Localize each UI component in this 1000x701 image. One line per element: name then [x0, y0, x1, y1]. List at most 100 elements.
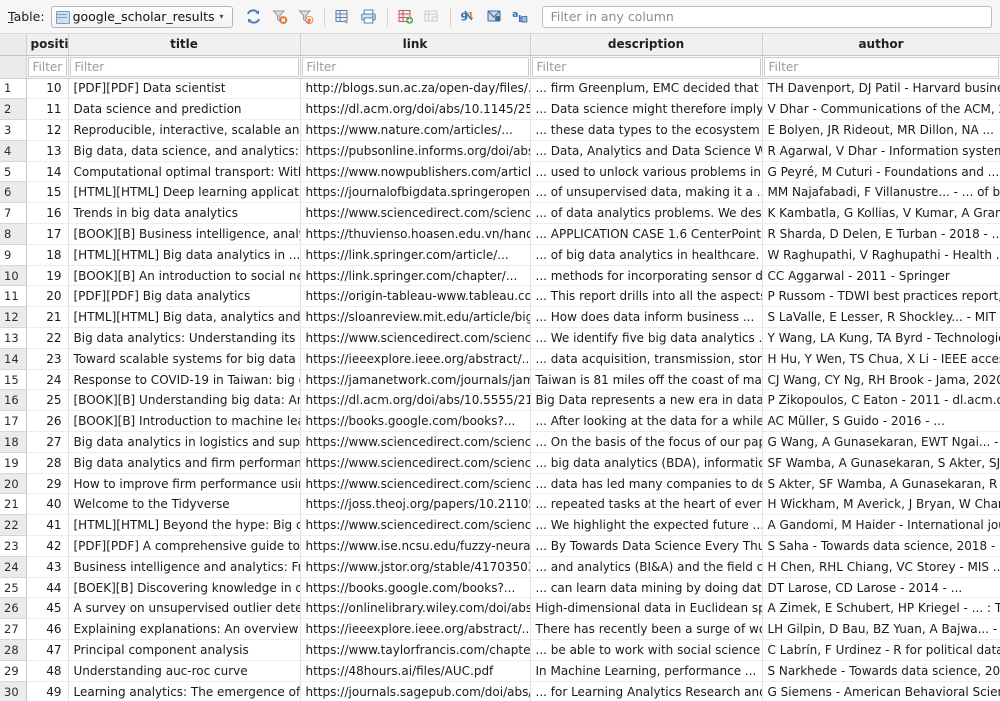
cell-link[interactable]: https://pubsonline.informs.org/doi/abs/.… — [300, 140, 530, 161]
table-row[interactable]: 1322Big data analytics: Understanding it… — [0, 328, 1000, 349]
filter-input-position[interactable]: Filter — [28, 57, 67, 77]
cell-title[interactable]: Learning analytics: The emergence of a .… — [68, 681, 300, 701]
cell-link[interactable]: https://dl.acm.org/doi/abs/10.5555/21328… — [300, 390, 530, 411]
chevron-down-icon[interactable]: ▾ — [215, 13, 229, 21]
table-row[interactable]: 211Data science and predictionhttps://dl… — [0, 99, 1000, 120]
cell-author[interactable]: Y Wang, LA Kung, TA Byrd - Technological… — [762, 328, 1000, 349]
row-header[interactable]: 1 — [0, 78, 26, 99]
table-row[interactable]: 716Trends in big data analyticshttps://w… — [0, 203, 1000, 224]
cell-description[interactable]: ... We identify five big data analytics … — [530, 328, 762, 349]
cell-title[interactable]: Explaining explanations: An overview of … — [68, 619, 300, 640]
cell-link[interactable]: https://www.sciencedirect.com/science/..… — [300, 432, 530, 453]
cell-description[interactable]: ... of unsupervised data, making it a ..… — [530, 182, 762, 203]
cell-position[interactable]: 16 — [26, 203, 68, 224]
cell-link[interactable]: https://link.springer.com/article/... — [300, 244, 530, 265]
cell-author[interactable]: S Saha - Towards data science, 2018 - ..… — [762, 536, 1000, 557]
cell-position[interactable]: 12 — [26, 120, 68, 141]
cell-link[interactable]: https://www.ise.ncsu.edu/fuzzy-neural/wp… — [300, 536, 530, 557]
cell-author[interactable]: TH Davenport, DJ Patil - Harvard busines… — [762, 78, 1000, 99]
cell-description[interactable]: Big Data represents a new era in data ..… — [530, 390, 762, 411]
cell-position[interactable]: 28 — [26, 452, 68, 473]
cell-description[interactable]: High-dimensional data in Euclidean space… — [530, 598, 762, 619]
row-header[interactable]: 24 — [0, 556, 26, 577]
table-row[interactable]: 1625[BOOK][B] Understanding big data: An… — [0, 390, 1000, 411]
cell-title[interactable]: [PDF][PDF] Data scientist — [68, 78, 300, 99]
cell-link[interactable]: https://www.sciencedirect.com/science/..… — [300, 473, 530, 494]
row-header[interactable]: 7 — [0, 203, 26, 224]
cell-description[interactable]: ... By Towards Data Science Every Thursd… — [530, 536, 762, 557]
row-header[interactable]: 8 — [0, 224, 26, 245]
cell-title[interactable]: Response to COVID-19 in Taiwan: big data… — [68, 369, 300, 390]
cell-title[interactable]: A survey on unsupervised outlier detecti… — [68, 598, 300, 619]
cell-description[interactable]: ... data acquisition, transmission, stor… — [530, 348, 762, 369]
cell-description[interactable]: ... This report drills into all the aspe… — [530, 286, 762, 307]
row-header[interactable]: 6 — [0, 182, 26, 203]
table-row[interactable]: 1019[BOOK][B] An introduction to social … — [0, 265, 1000, 286]
cell-position[interactable]: 46 — [26, 619, 68, 640]
table-row[interactable]: 2847Principal component analysishttps://… — [0, 640, 1000, 661]
cell-author[interactable]: C Labrín, F Urdinez - R for political da… — [762, 640, 1000, 661]
cell-description[interactable]: ... can learn data mining by doing data … — [530, 577, 762, 598]
find-replace-button[interactable]: 9 1 — [456, 5, 482, 29]
cell-link[interactable]: https://joss.theoj.org/papers/10.21105/j… — [300, 494, 530, 515]
row-header[interactable]: 18 — [0, 432, 26, 453]
cell-description[interactable]: ... Data, Analytics and Data Science We … — [530, 140, 762, 161]
row-header[interactable]: 13 — [0, 328, 26, 349]
cell-title[interactable]: Business intelligence and analytics: Fro… — [68, 556, 300, 577]
cell-title[interactable]: [HTML][HTML] Beyond the hype: Big data .… — [68, 515, 300, 536]
cell-title[interactable]: [PDF][PDF] Big data analytics — [68, 286, 300, 307]
cell-description[interactable]: ... Data science might therefore imply a… — [530, 99, 762, 120]
table-row[interactable]: 2342[PDF][PDF] A comprehensive guide to … — [0, 536, 1000, 557]
cell-description[interactable]: ... data has led many companies to devel… — [530, 473, 762, 494]
cell-author[interactable]: H Chen, RHL Chiang, VC Storey - MIS ... — [762, 556, 1000, 577]
cell-description[interactable]: ... be able to work with social science … — [530, 640, 762, 661]
cell-author[interactable]: CJ Wang, CY Ng, RH Brook - Jama, 2020 - … — [762, 369, 1000, 390]
cell-description[interactable]: ... big data analytics (BDA), informatio… — [530, 452, 762, 473]
row-header[interactable]: 26 — [0, 598, 26, 619]
cell-link[interactable]: https://link.springer.com/chapter/... — [300, 265, 530, 286]
cell-position[interactable]: 14 — [26, 161, 68, 182]
cell-position[interactable]: 15 — [26, 182, 68, 203]
cell-author[interactable]: K Kambatla, G Kollias, V Kumar, A Grama … — [762, 203, 1000, 224]
cell-link[interactable]: https://www.sciencedirect.com/science/..… — [300, 515, 530, 536]
filter-input-description[interactable]: Filter — [532, 57, 761, 77]
conditional-format-button[interactable]: a b — [508, 5, 534, 29]
column-header-position[interactable]: position — [26, 34, 68, 55]
row-header[interactable]: 2 — [0, 99, 26, 120]
cell-link[interactable]: https://www.taylorfrancis.com/chapters/e… — [300, 640, 530, 661]
table-row[interactable]: 2443Business intelligence and analytics:… — [0, 556, 1000, 577]
row-header[interactable]: 5 — [0, 161, 26, 182]
table-row[interactable]: 1221[HTML][HTML] Big data, analytics and… — [0, 307, 1000, 328]
cell-description[interactable]: ... On the basis of the focus of our pap… — [530, 432, 762, 453]
cell-link[interactable]: https://www.sciencedirect.com/science/..… — [300, 452, 530, 473]
cell-position[interactable]: 22 — [26, 328, 68, 349]
cell-description[interactable]: ... After looking at the data for a whil… — [530, 411, 762, 432]
cell-title[interactable]: [PDF][PDF] A comprehensive guide to ... — [68, 536, 300, 557]
table-row[interactable]: 2544[BOEK][B] Discovering knowledge in d… — [0, 577, 1000, 598]
insert-record-button[interactable] — [330, 5, 356, 29]
sort-filter-button[interactable] — [293, 5, 319, 29]
cell-description[interactable]: Taiwan is 81 miles off the coast of main… — [530, 369, 762, 390]
cell-author[interactable]: H Hu, Y Wen, TS Chua, X Li - IEEE access… — [762, 348, 1000, 369]
clear-filter-button[interactable] — [267, 5, 293, 29]
row-header[interactable]: 14 — [0, 348, 26, 369]
cell-title[interactable]: Reproducible, interactive, scalable and … — [68, 120, 300, 141]
cell-description[interactable]: ... How does data inform business ... — [530, 307, 762, 328]
table-row[interactable]: 413Big data, data science, and analytics… — [0, 140, 1000, 161]
row-header[interactable]: 21 — [0, 494, 26, 515]
table-row[interactable]: 1827Big data analytics in logistics and … — [0, 432, 1000, 453]
cell-author[interactable]: V Dhar - Communications of the ACM, 201.… — [762, 99, 1000, 120]
table-row[interactable]: 817[BOOK][B] Business intelligence, anal… — [0, 224, 1000, 245]
cell-author[interactable]: S Narkhede - Towards data science, 2018 … — [762, 660, 1000, 681]
cell-title[interactable]: How to improve firm performance using bi… — [68, 473, 300, 494]
cell-position[interactable]: 23 — [26, 348, 68, 369]
global-filter-input[interactable] — [549, 8, 985, 25]
cell-title[interactable]: [BOOK][B] Introduction to machine learni… — [68, 411, 300, 432]
table-row[interactable]: 514Computational optimal transport: With… — [0, 161, 1000, 182]
cell-position[interactable]: 49 — [26, 681, 68, 701]
table-row[interactable]: 2140Welcome to the Tidyversehttps://joss… — [0, 494, 1000, 515]
cell-description[interactable]: ... methods for incorporating sensor dat… — [530, 265, 762, 286]
table-row[interactable]: 1423Toward scalable systems for big data… — [0, 348, 1000, 369]
row-header[interactable]: 10 — [0, 265, 26, 286]
table-row[interactable]: 1524Response to COVID-19 in Taiwan: big … — [0, 369, 1000, 390]
